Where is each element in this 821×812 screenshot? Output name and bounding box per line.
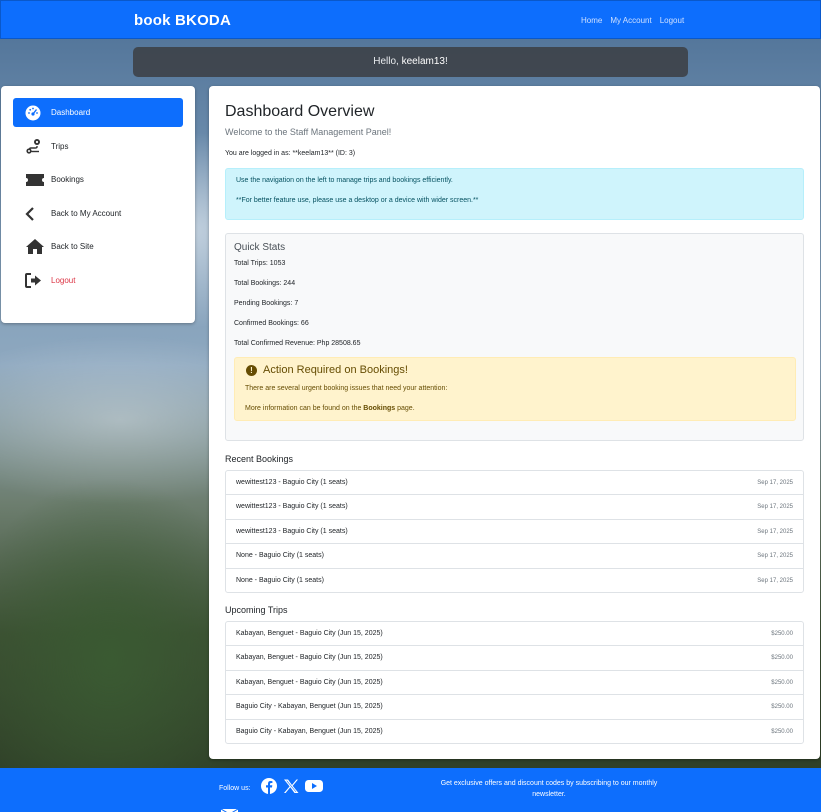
list-item[interactable]: wewittest123 - Baguio City (1 seats) Sep … — [226, 520, 803, 545]
dashboard-gauge-icon — [25, 103, 47, 123]
info-line-1: Use the navigation on the left to manage… — [236, 177, 453, 184]
exclamation-circle-icon: ! — [246, 365, 257, 376]
trip-price: $250.00 — [771, 728, 793, 735]
greeting-suffix: ! — [444, 56, 448, 67]
sidebar-item-label: Dashboard — [51, 108, 91, 117]
recent-bookings-list: wewittest123 - Baguio City (1 seats) Sep … — [225, 470, 804, 593]
warning-alert: ! Action Required on Bookings! There are… — [234, 357, 796, 421]
stat-confirmed-revenue: Total Confirmed Revenue: Php 28508.65 — [234, 340, 361, 347]
nav-link-my-account[interactable]: My Account — [610, 16, 651, 25]
recent-bookings-title: Recent Bookings — [225, 454, 294, 464]
sidebar-item-label: Trips — [51, 142, 69, 151]
trip-desc: Kabayan, Benguet - Baguio City (Jun 15, … — [236, 678, 383, 686]
info-line-2: **For better feature use, please use a d… — [236, 197, 479, 204]
sidebar-item-back-to-site[interactable]: Back to Site — [13, 232, 183, 261]
top-navbar: book BKODA Home My Account Logout — [0, 0, 821, 39]
route-icon — [25, 137, 47, 157]
warning-line-1: There are several urgent booking issues … — [245, 385, 448, 392]
trip-desc: Baguio City - Kabayan, Benguet (Jun 15, … — [236, 703, 383, 711]
sidebar-item-label: Back to Site — [51, 242, 94, 251]
sidebar-item-bookings[interactable]: Bookings — [13, 165, 183, 194]
sidebar-item-label: Back to My Account — [51, 209, 122, 218]
warning-line-2-suffix: page. — [395, 405, 415, 412]
greeting-prefix: Hello, — [373, 56, 402, 67]
list-item[interactable]: wewittest123 - Baguio City (1 seats) Sep … — [226, 471, 803, 496]
trip-price: $250.00 — [771, 631, 793, 637]
booking-desc: wewittest123 - Baguio City (1 seats) — [236, 527, 348, 535]
newsletter-text: Get exclusive offers and discount codes … — [440, 780, 658, 798]
list-item[interactable]: None - Baguio City (1 seats) Sep 17, 2025 — [226, 544, 803, 569]
quick-stats-card: Quick Stats Total Trips: 1053 Total Book… — [225, 233, 804, 441]
booking-desc: wewittest123 - Baguio City (1 seats) — [236, 479, 348, 486]
sidebar-item-label: Bookings — [51, 175, 84, 184]
quick-stats-title: Quick Stats — [234, 242, 286, 253]
list-item[interactable]: Baguio City - Kabayan, Benguet (Jun 15, … — [226, 720, 803, 743]
greeting-username: keelam13 — [401, 56, 445, 67]
trip-desc: Baguio City - Kabayan, Benguet (Jun 15, … — [236, 727, 383, 735]
list-item[interactable]: None - Baguio City (1 seats) Sep 17, 2025 — [226, 569, 803, 592]
booking-date: Sep 17, 2025 — [757, 504, 793, 511]
youtube-icon[interactable] — [305, 778, 323, 799]
page-subtitle: Welcome to the Staff Management Panel! — [225, 127, 392, 137]
brand-logo[interactable]: book BKODA — [134, 12, 231, 29]
sidebar-item-trips[interactable]: Trips — [13, 132, 183, 161]
booking-date: Sep 17, 2025 — [757, 577, 793, 584]
logged-in-text: You are logged in as: **keelam13** (ID: … — [225, 150, 356, 157]
chevron-left-icon — [25, 204, 47, 224]
list-item[interactable]: Baguio City - Kabayan, Benguet (Jun 15, … — [226, 695, 803, 720]
footer: Follow us: Get exclusive offers and disc… — [0, 768, 821, 812]
bookings-page-link[interactable]: Bookings — [363, 405, 395, 412]
info-alert: Use the navigation on the left to manage… — [225, 168, 804, 220]
booking-date: Sep 17, 2025 — [757, 553, 793, 560]
sidebar-item-label: Logout — [51, 276, 76, 285]
list-item[interactable]: wewittest123 - Baguio City (1 seats) Sep … — [226, 495, 803, 520]
stat-total-bookings: Total Bookings: 244 — [234, 280, 296, 287]
list-item[interactable]: Kabayan, Benguet - Baguio City (Jun 15, … — [226, 671, 803, 696]
ticket-icon — [25, 170, 47, 190]
warning-line-2: More information can be found on the Boo… — [245, 405, 415, 412]
page-title: Dashboard Overview — [225, 103, 375, 120]
sidebar-item-logout[interactable]: Logout — [13, 266, 183, 295]
trip-price: $250.00 — [771, 704, 793, 711]
upcoming-trips-list: Kabayan, Benguet - Baguio City (Jun 15, … — [225, 621, 804, 744]
booking-desc: None - Baguio City (1 seats) — [236, 576, 324, 584]
x-twitter-icon[interactable] — [283, 778, 299, 799]
list-item[interactable]: Kabayan, Benguet - Baguio City (Jun 15, … — [226, 646, 803, 671]
envelope-icon — [220, 804, 239, 812]
booking-date: Sep 17, 2025 — [757, 480, 793, 486]
trip-price: $250.00 — [771, 655, 793, 662]
booking-desc: None - Baguio City (1 seats) — [236, 552, 324, 560]
list-item[interactable]: Kabayan, Benguet - Baguio City (Jun 15, … — [226, 622, 803, 647]
trip-price: $250.00 — [771, 679, 793, 686]
booking-desc: wewittest123 - Baguio City (1 seats) — [236, 503, 348, 511]
sign-out-icon — [25, 271, 47, 291]
sidebar: Dashboard Trips Bookings Back to My Acco… — [1, 86, 195, 323]
main-panel: Dashboard Overview Welcome to the Staff … — [209, 86, 820, 759]
home-icon — [25, 237, 47, 257]
sidebar-item-dashboard[interactable]: Dashboard — [13, 98, 183, 127]
trip-desc: Kabayan, Benguet - Baguio City (Jun 15, … — [236, 654, 383, 662]
nav-links: Home My Account Logout — [581, 16, 684, 25]
stat-total-trips: Total Trips: 1053 — [234, 260, 286, 267]
upcoming-trips-title: Upcoming Trips — [225, 605, 288, 615]
social-links — [261, 778, 323, 799]
warning-title: Action Required on Bookings! — [263, 364, 408, 376]
trip-desc: Kabayan, Benguet - Baguio City (Jun 15, … — [236, 630, 383, 637]
warning-line-2-prefix: More information can be found on the — [245, 405, 364, 412]
booking-date: Sep 17, 2025 — [757, 528, 793, 535]
stat-pending-bookings: Pending Bookings: 7 — [234, 300, 299, 307]
facebook-icon[interactable] — [261, 778, 277, 799]
nav-link-home[interactable]: Home — [581, 16, 602, 25]
stat-confirmed-bookings: Confirmed Bookings: 66 — [234, 320, 309, 327]
sidebar-item-back-to-account[interactable]: Back to My Account — [13, 199, 183, 228]
nav-link-logout[interactable]: Logout — [660, 16, 684, 25]
greeting-banner: Hello, keelam13! — [133, 47, 688, 77]
follow-us-label: Follow us: — [219, 785, 251, 792]
